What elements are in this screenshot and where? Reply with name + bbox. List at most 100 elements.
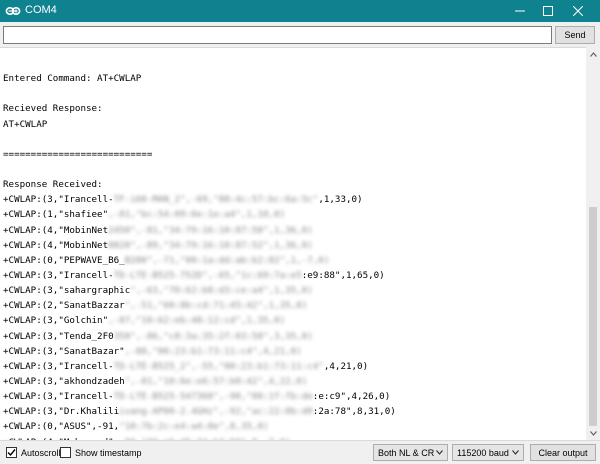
output-line-text: +CWLAP:(3,"Tenda_2F0 [3, 330, 114, 342]
output-line: +CWLAP:(4,"MobinNet2450",-81,"34:79:16:1… [3, 223, 583, 238]
redacted-text: TD-LTE-B525-752D",-65,"1c:69:7a:e5 [113, 269, 302, 281]
checkmark-icon [7, 449, 16, 457]
output-line: +CWLAP:(3,"Tenda_2F0358",-86,"c8:3a:35:2… [3, 329, 583, 344]
close-icon [573, 6, 583, 16]
redacted-text: ,-88,"00:23:b1:73:11:c4",4,21,0) [124, 345, 302, 357]
output-line-tail: :e9:88",1,65,0) [301, 269, 385, 281]
output-line: +CWLAP:(2,"SanatBazzar",-51,"60:8b:cd:71… [3, 298, 583, 313]
redacted-text: ",-51,"60:8b:cd:71:45:42",1,35,0) [124, 300, 308, 312]
output-line-tail: :e:c9",4,26,0) [312, 391, 391, 403]
baud-rate-value: 115200 baud [457, 447, 509, 458]
output-lines: Entered Command: AT+CWLAP Recieved Respon… [3, 56, 583, 440]
minimize-button[interactable] [506, 0, 534, 22]
redacted-text: TD-LTE-B525_2",-55,"00:23:b1:73:11:c4" [113, 360, 324, 372]
output-line-text: +CWLAP:(3,"Golchin" [3, 315, 109, 327]
line-ending-value: Both NL & CR [378, 447, 435, 458]
output-line: +CWLAP:(3,"Dr.Khaliliivang-AP00-2.4GHz",… [3, 404, 583, 419]
output-line-text: =========================== [3, 148, 153, 160]
chevron-up-icon [589, 51, 597, 57]
chevron-down-icon [589, 430, 597, 436]
serial-output: Entered Command: AT+CWLAP Recieved Respon… [0, 47, 586, 440]
output-line: +CWLAP:(3,"Irancell-TD-LTE-B525_2",-55,"… [3, 359, 583, 374]
status-bar: Autoscroll Show timestamp Both NL & CR 1… [0, 440, 600, 464]
output-line: +CWLAP:(3,"Golchin",-87,"10:62:eb:48:12:… [3, 313, 583, 328]
output-line-text: +CWLAP:(3,"SanatBazar" [3, 345, 125, 357]
redacted-text: TD-LTE-B525-547360",-90,"00:1f:fb:de [113, 391, 313, 403]
autoscroll-label: Autoscroll [21, 447, 61, 458]
output-line: +CWLAP:(3,"Irancell-TD-LTE-B525-752D",-6… [3, 268, 583, 283]
output-line: +CWLAP:(0,"ASUS",-91,"10:7b:2c:e4:a4:8e"… [3, 419, 583, 434]
redacted-text: ",-63,"70:62:b8:d3:ce:a4",1,35,0) [130, 285, 313, 297]
output-line-text: +CWLAP:(0,"PEPWAVE_B6_ [3, 254, 125, 266]
redacted-text: B280",-71,"00:1a:dd:ab:b2:82",1,-7,0) [124, 254, 330, 266]
output-line: AT+CWLAP [3, 117, 583, 132]
output-line: +CWLAP:(1,"shafiee",-81,"bc:54:09:6e:1e:… [3, 207, 583, 222]
output-line: +CWLAP:(0,"PEPWAVE_B6_B280",-71,"00:1a:d… [3, 253, 583, 268]
redacted-text: ivang-AP00-2.4GHz",-92,"ac:22:0b:d0 [119, 406, 313, 418]
output-line-text: +CWLAP:(3,"Irancell- [3, 391, 114, 403]
title-bar: COM4 [0, 0, 600, 22]
maximize-icon [543, 6, 553, 16]
autoscroll-checkbox[interactable]: Autoscroll [6, 447, 61, 458]
baud-rate-select[interactable]: 115200 baud [452, 444, 524, 461]
output-line-text: AT+CWLAP [3, 118, 48, 130]
maximize-button[interactable] [534, 0, 562, 22]
show-timestamp-checkbox[interactable]: Show timestamp [60, 447, 142, 458]
send-button[interactable]: Send [555, 26, 595, 44]
output-line-text: +CWLAP:(4,"MobinNet [3, 224, 109, 236]
redacted-text: "10:7b:2c:e4:a4:8e",8,35,0) [119, 421, 269, 433]
output-line-tail: ,4,21,0) [323, 360, 369, 372]
output-line-text: +CWLAP:(3,"Irancell- [3, 194, 114, 206]
output-line-tail: ,1,33,0) [318, 194, 363, 206]
timestamp-box[interactable] [60, 447, 71, 458]
line-ending-select[interactable]: Both NL & CR [373, 444, 448, 461]
output-line-text: Recieved Response: [3, 103, 103, 115]
output-line: Recieved Response: [3, 101, 583, 116]
chevron-down-icon [512, 450, 519, 455]
command-input[interactable] [3, 26, 552, 44]
redacted-text: TF-i60-MAN_2",-69,"88:4c:57:bc:6a:5c" [113, 194, 319, 206]
output-line: +CWLAP:(4,"MobinNet0828",-89,"34:79:16:1… [3, 238, 583, 253]
arduino-infinity-icon [5, 6, 21, 16]
redacted-text: ,-81,"bc:54:09:6e:1e:a4",1,10,0) [108, 209, 286, 221]
output-line-text: +CWLAP:(1,"shafiee" [3, 209, 109, 221]
output-line: +CWLAP:(3,"sahargraphic",-63,"70:62:b8:d… [3, 283, 583, 298]
output-line-text: Entered Command: AT+CWLAP [3, 73, 142, 85]
output-line: Response Received: [3, 177, 583, 192]
scroll-thumb[interactable] [589, 207, 597, 426]
redacted-text: 2450",-81,"34:79:16:10:87:58",1,36,0) [108, 224, 313, 236]
output-line: =========================== [3, 147, 583, 162]
vertical-scrollbar[interactable] [586, 47, 600, 440]
scroll-up-button[interactable] [586, 47, 600, 61]
output-line: +CWLAP:(3,"SanatBazar",-88,"00:23:b1:73:… [3, 344, 583, 359]
output-line-text: Response Received: [3, 179, 103, 191]
output-line-text: +CWLAP:(3,"Dr.Khalili [3, 406, 120, 418]
output-line-text: +CWLAP:(3,"sahargraphic [3, 285, 131, 297]
timestamp-label: Show timestamp [75, 447, 142, 458]
minimize-icon [515, 10, 525, 12]
redacted-text: ",-81,"10:6e:e6:57:b0:42",4,22,0) [124, 375, 308, 387]
clear-output-button[interactable]: Clear output [530, 444, 596, 461]
close-button[interactable] [564, 0, 592, 22]
window-title: COM4 [25, 4, 57, 16]
autoscroll-box[interactable] [6, 447, 17, 458]
output-line-text: +CWLAP:(3,"akhondzadeh [3, 375, 125, 387]
scroll-down-button[interactable] [586, 426, 600, 440]
output-line-text: +CWLAP:(2,"SanatBazzar [3, 300, 125, 312]
output-line-text: +CWLAP:(0,"ASUS",-91, [3, 421, 120, 433]
output-line: Entered Command: AT+CWLAP [3, 71, 583, 86]
redacted-text: ,-87,"10:62:eb:48:12:cd",1,35,0) [108, 315, 286, 327]
output-line-text: +CWLAP:(4,"MobinNet [3, 239, 109, 251]
output-line: +CWLAP:(3,"akhondzadeh",-81,"10:6e:e6:57… [3, 374, 583, 389]
command-bar: Send [0, 22, 600, 47]
redacted-text: 0828",-89,"34:79:16:10:87:52",1,36,0) [108, 239, 313, 251]
output-line-text: +CWLAP:(3,"Irancell- [3, 360, 114, 372]
output-line-tail: :2a:78",8,31,0) [312, 406, 396, 418]
output-line: +CWLAP:(3,"Irancell-TF-i60-MAN_2",-69,"8… [3, 192, 583, 207]
redacted-text: 358",-86,"c8:3a:35:2f:03:58",3,35,0) [113, 330, 313, 342]
chevron-down-icon [436, 450, 443, 455]
